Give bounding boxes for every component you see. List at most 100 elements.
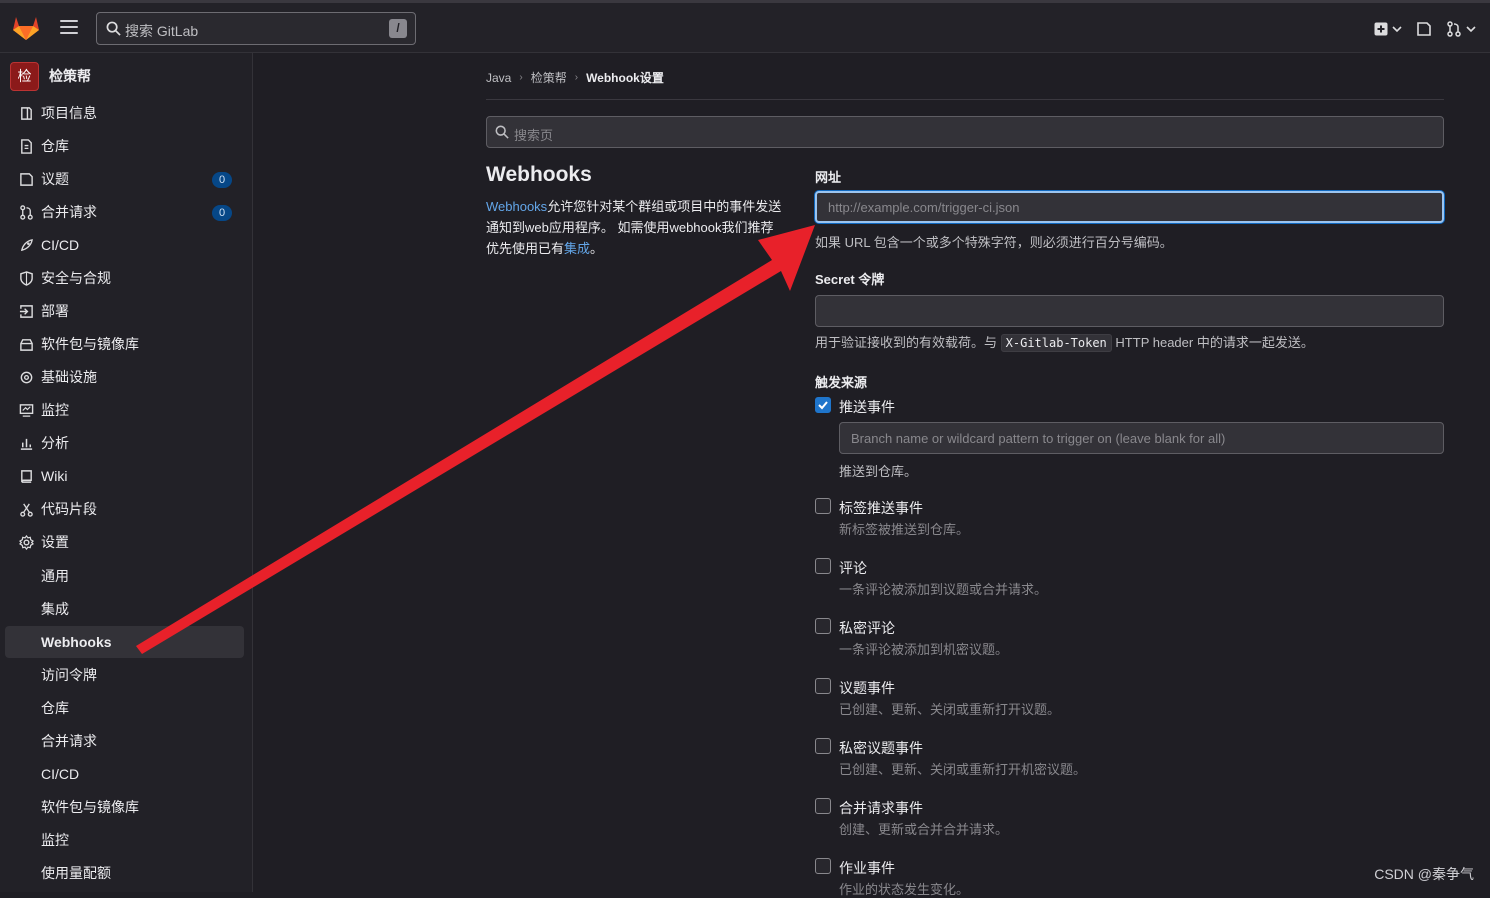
push-events-checkbox[interactable] xyxy=(815,397,831,413)
trigger-checkbox-0[interactable] xyxy=(815,498,831,514)
trigger-label-3[interactable]: 议题事件 xyxy=(839,678,895,698)
sidebar-item-12[interactable]: 代码片段 xyxy=(5,493,244,525)
trigger-label-5[interactable]: 合并请求事件 xyxy=(839,798,923,818)
settings-sub-item-8[interactable]: 监控 xyxy=(5,824,244,856)
gitlab-logo-icon[interactable] xyxy=(12,15,40,41)
settings-sub-item-0[interactable]: 通用 xyxy=(5,560,244,592)
sidebar: 检 检策帮 项目信息仓库议题0合并请求0CI/CD安全与合规部署软件包与镜像库基… xyxy=(0,53,253,892)
page-title: Webhooks xyxy=(486,163,786,187)
sidebar-item-2[interactable]: 议题 0 xyxy=(5,163,244,195)
push-events-label[interactable]: 推送事件 xyxy=(839,397,895,417)
settings-sub-item-1[interactable]: 集成 xyxy=(5,593,244,625)
shield-icon xyxy=(17,269,35,287)
breadcrumb: Java › 检策帮 › Webhook设置 xyxy=(486,69,664,86)
chevron-right-icon: › xyxy=(575,72,578,83)
webhooks-link[interactable]: Webhooks xyxy=(486,199,547,214)
project-header[interactable]: 检 检策帮 xyxy=(10,61,91,91)
integrations-link[interactable]: 集成 xyxy=(564,241,590,256)
sidebar-item-11[interactable]: Wiki xyxy=(5,460,244,492)
trigger-desc-4: 已创建、更新、关闭或重新打开机密议题。 xyxy=(839,759,1086,778)
trigger-checkbox-4[interactable] xyxy=(815,738,831,754)
url-input[interactable]: http://example.com/trigger-ci.json xyxy=(815,191,1444,223)
sidebar-item-3[interactable]: 合并请求0 xyxy=(5,196,244,228)
trigger-desc-1: 一条评论被添加到议题或合并请求。 xyxy=(839,579,1047,598)
secret-input[interactable] xyxy=(815,295,1444,327)
settings-sub-item-3[interactable]: 访问令牌 xyxy=(5,659,244,691)
breadcrumb-item[interactable]: Java xyxy=(486,71,511,85)
settings-sub-item-2[interactable]: Webhooks xyxy=(5,626,244,658)
project-info-icon xyxy=(17,104,35,122)
settings-sub-item-4[interactable]: 仓库 xyxy=(5,692,244,724)
sidebar-item-8[interactable]: 基础设施 xyxy=(5,361,244,393)
trigger-label-0[interactable]: 标签推送事件 xyxy=(839,498,923,518)
sidebar-item-4[interactable]: CI/CD xyxy=(5,229,244,261)
project-avatar: 检 xyxy=(10,62,39,91)
trigger-checkbox-5[interactable] xyxy=(815,798,831,814)
check-icon xyxy=(816,398,830,412)
trigger-desc-0: 新标签被推送到仓库。 xyxy=(839,519,969,538)
triggers-label: 触发来源 xyxy=(815,372,867,391)
package-icon xyxy=(17,335,35,353)
project-name: 检策帮 xyxy=(49,66,91,86)
sidebar-item-label: 部署 xyxy=(41,301,69,321)
sidebar-item-5[interactable]: 安全与合规 xyxy=(5,262,244,294)
monitor-icon xyxy=(17,401,35,419)
trigger-checkbox-2[interactable] xyxy=(815,618,831,634)
secret-label: Secret 令牌 xyxy=(815,269,884,288)
trigger-label-6[interactable]: 作业事件 xyxy=(839,858,895,878)
sidebar-item-7[interactable]: 软件包与镜像库 xyxy=(5,328,244,360)
chevron-down-icon xyxy=(1392,25,1402,33)
merge-requests-top-button[interactable] xyxy=(1446,21,1476,37)
push-events-help: 推送到仓库。 xyxy=(839,461,917,480)
issues-top-button[interactable] xyxy=(1416,21,1432,37)
sidebar-item-label: 议题 xyxy=(41,169,69,189)
cloud-gear-icon xyxy=(17,368,35,386)
branch-filter-placeholder: Branch name or wildcard pattern to trigg… xyxy=(851,431,1225,446)
sidebar-item-6[interactable]: 部署 xyxy=(5,295,244,327)
sidebar-item-label: 安全与合规 xyxy=(41,268,111,288)
search-icon xyxy=(106,21,121,36)
sidebar-item-label: 设置 xyxy=(41,532,69,552)
page-search-placeholder: 搜索页 xyxy=(514,125,553,144)
breadcrumb-item[interactable]: 检策帮 xyxy=(531,69,567,86)
trigger-checkbox-6[interactable] xyxy=(815,858,831,874)
top-bar: 搜索 GitLab / xyxy=(0,0,1490,53)
menu-icon[interactable] xyxy=(60,20,78,34)
settings-sub-item-7[interactable]: 软件包与镜像库 xyxy=(5,791,244,823)
snippet-icon xyxy=(17,500,35,518)
sidebar-item-label: 仓库 xyxy=(41,136,69,156)
branch-filter-input[interactable]: Branch name or wildcard pattern to trigg… xyxy=(839,422,1444,454)
settings-sub-item-6[interactable]: CI/CD xyxy=(5,758,244,790)
page-search-input[interactable]: 搜索页 xyxy=(486,116,1444,148)
trigger-label-4[interactable]: 私密议题事件 xyxy=(839,738,923,758)
sidebar-item-1[interactable]: 仓库 xyxy=(5,130,244,162)
chevron-right-icon: › xyxy=(519,72,522,83)
trigger-desc-6: 作业的状态发生变化。 xyxy=(839,879,969,898)
trigger-checkbox-3[interactable] xyxy=(815,678,831,694)
divider xyxy=(486,99,1444,100)
watermark: CSDN @秦争气 xyxy=(1374,864,1474,884)
chart-icon xyxy=(17,434,35,452)
trigger-desc-2: 一条评论被添加到机密议题。 xyxy=(839,639,1008,658)
sidebar-item-label: 基础设施 xyxy=(41,367,97,387)
url-label: 网址 xyxy=(815,167,841,186)
secret-header-code: X-Gitlab-Token xyxy=(1001,334,1112,352)
sidebar-item-9[interactable]: 监控 xyxy=(5,394,244,426)
trigger-label-1[interactable]: 评论 xyxy=(839,558,867,578)
search-shortcut: / xyxy=(389,19,407,38)
url-placeholder: http://example.com/trigger-ci.json xyxy=(828,200,1019,215)
settings-sub-item-5[interactable]: 合并请求 xyxy=(5,725,244,757)
sidebar-item-13[interactable]: 设置 xyxy=(5,526,244,558)
sidebar-item-10[interactable]: 分析 xyxy=(5,427,244,459)
trigger-checkbox-1[interactable] xyxy=(815,558,831,574)
search-input[interactable]: 搜索 GitLab / xyxy=(96,12,416,45)
sidebar-item-0[interactable]: 项目信息 xyxy=(5,97,244,129)
issues-icon xyxy=(17,170,35,188)
settings-sub-item-9[interactable]: 使用量配额 xyxy=(5,857,244,889)
count-badge: 0 xyxy=(212,172,232,188)
breadcrumb-current[interactable]: Webhook设置 xyxy=(586,69,664,86)
trigger-label-2[interactable]: 私密评论 xyxy=(839,618,895,638)
create-new-button[interactable] xyxy=(1374,22,1402,36)
intro-section: Webhooks Webhooks允许您针对某个群组或项目中的事件发送通知到we… xyxy=(486,163,786,259)
trigger-desc-5: 创建、更新或合并合并请求。 xyxy=(839,819,1008,838)
